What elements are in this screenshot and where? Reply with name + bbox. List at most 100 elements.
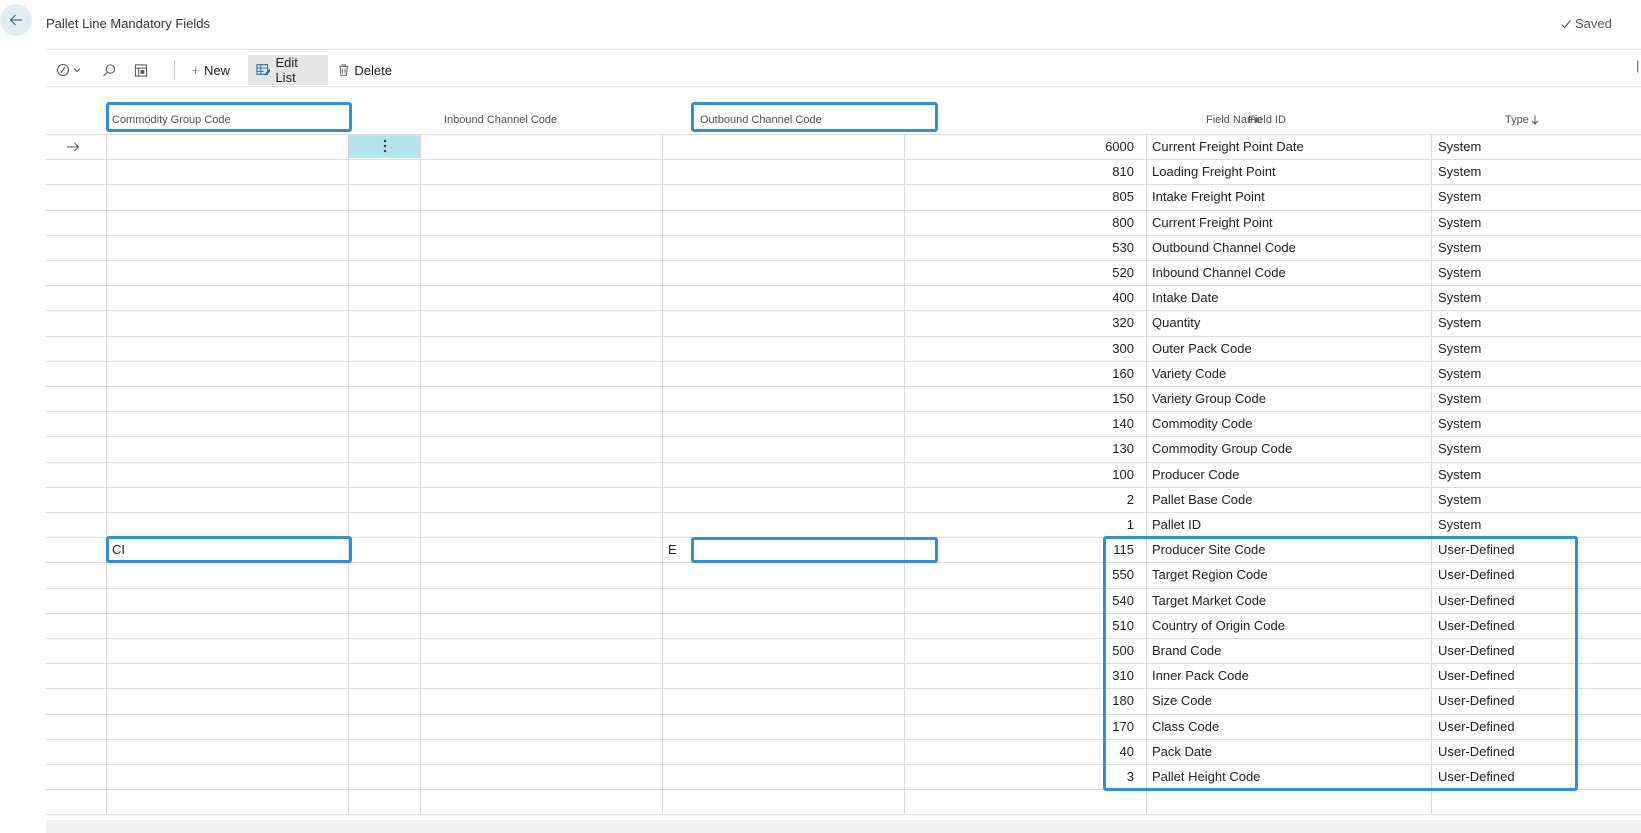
cell-commodity-group-code[interactable] <box>112 764 342 789</box>
cell-inbound-channel-code[interactable] <box>426 285 656 310</box>
cell-outbound-channel-code[interactable] <box>668 663 898 688</box>
table-row[interactable]: 160 Variety Code System <box>46 361 1641 386</box>
cell-commodity-group-code[interactable] <box>112 462 342 487</box>
table-row[interactable]: 800 Current Freight Point System <box>46 210 1641 235</box>
table-row[interactable] <box>46 789 1641 814</box>
cell-field-id[interactable]: 320 <box>1046 310 1134 335</box>
cell-commodity-group-code[interactable] <box>112 789 342 814</box>
filter-pane-button[interactable] <box>48 55 90 85</box>
table-row[interactable]: 320 Quantity System <box>46 310 1641 335</box>
cell-commodity-group-code[interactable] <box>112 386 342 411</box>
cell-outbound-channel-code[interactable] <box>668 436 898 461</box>
cell-commodity-group-code[interactable] <box>112 260 342 285</box>
cell-commodity-group-code[interactable] <box>112 487 342 512</box>
cell-type[interactable]: System <box>1438 411 1638 436</box>
cell-outbound-channel-code[interactable] <box>668 487 898 512</box>
table-row[interactable]: 130 Commodity Group Code System <box>46 436 1641 461</box>
cell-inbound-channel-code[interactable] <box>426 512 656 537</box>
cell-outbound-channel-code[interactable] <box>668 512 898 537</box>
cell-field-name[interactable]: Intake Date <box>1152 285 1427 310</box>
cell-type[interactable]: System <box>1438 310 1638 335</box>
cell-commodity-group-code[interactable] <box>112 411 342 436</box>
cell-type[interactable]: System <box>1438 184 1638 209</box>
cell-outbound-channel-code[interactable] <box>668 336 898 361</box>
cell-type[interactable]: System <box>1438 361 1638 386</box>
cell-inbound-channel-code[interactable] <box>426 436 656 461</box>
cell-commodity-group-code[interactable] <box>112 184 342 209</box>
cell-outbound-channel-code[interactable] <box>668 789 898 814</box>
cell-field-id[interactable]: 800 <box>1046 210 1134 235</box>
cell-field-id[interactable]: 1 <box>1046 512 1134 537</box>
cell-commodity-group-code[interactable] <box>112 159 342 184</box>
cell-inbound-channel-code[interactable] <box>426 462 656 487</box>
cell-type[interactable]: System <box>1438 512 1638 537</box>
cell-inbound-channel-code[interactable] <box>426 588 656 613</box>
cell-commodity-group-code[interactable] <box>112 638 342 663</box>
col-header-inbound-channel-code[interactable]: Inbound Channel Code <box>442 106 684 134</box>
cell-type[interactable]: System <box>1438 210 1638 235</box>
cell-outbound-channel-code[interactable] <box>668 688 898 713</box>
cell-field-id[interactable]: 100 <box>1046 462 1134 487</box>
cell-commodity-group-code[interactable] <box>112 613 342 638</box>
cell-type[interactable]: System <box>1438 285 1638 310</box>
cell-commodity-group-code[interactable] <box>112 361 342 386</box>
cell-type[interactable]: System <box>1438 260 1638 285</box>
cell-type[interactable]: System <box>1438 235 1638 260</box>
cell-outbound-channel-code[interactable] <box>668 411 898 436</box>
cell-field-name[interactable]: Outbound Channel Code <box>1152 235 1427 260</box>
cell-inbound-channel-code[interactable] <box>426 361 656 386</box>
cell-inbound-channel-code[interactable] <box>426 714 656 739</box>
cell-outbound-channel-code[interactable] <box>668 260 898 285</box>
cell-field-id[interactable]: 400 <box>1046 285 1134 310</box>
cell-outbound-channel-code[interactable] <box>668 386 898 411</box>
cell-commodity-group-code[interactable] <box>112 134 342 159</box>
cell-type[interactable]: System <box>1438 487 1638 512</box>
table-row[interactable]: 6000 Current Freight Point Date System <box>46 134 1641 159</box>
cell-commodity-group-code[interactable] <box>112 562 342 587</box>
cell-commodity-group-code[interactable] <box>112 714 342 739</box>
cell-outbound-channel-code[interactable] <box>668 210 898 235</box>
cell-commodity-group-code[interactable] <box>112 588 342 613</box>
cell-inbound-channel-code[interactable] <box>426 184 656 209</box>
cell-inbound-channel-code[interactable] <box>426 613 656 638</box>
cell-field-name[interactable]: Quantity <box>1152 310 1427 335</box>
cell-field-id[interactable]: 130 <box>1046 436 1134 461</box>
cell-inbound-channel-code[interactable] <box>426 638 656 663</box>
cell-type[interactable]: System <box>1438 134 1638 159</box>
cell-field-name[interactable]: Pallet ID <box>1152 512 1427 537</box>
cell-inbound-channel-code[interactable] <box>426 310 656 335</box>
cell-commodity-group-code[interactable] <box>112 512 342 537</box>
cell-inbound-channel-code[interactable] <box>426 159 656 184</box>
cell-type[interactable]: System <box>1438 159 1638 184</box>
cell-field-id[interactable]: 140 <box>1046 411 1134 436</box>
cell-outbound-channel-code[interactable] <box>668 310 898 335</box>
cell-commodity-group-code[interactable] <box>112 285 342 310</box>
table-row[interactable]: 300 Outer Pack Code System <box>46 336 1641 361</box>
cell-inbound-channel-code[interactable] <box>426 789 656 814</box>
cell-field-name[interactable]: Current Freight Point <box>1152 210 1427 235</box>
cell-type[interactable]: System <box>1438 436 1638 461</box>
cell-field-id[interactable] <box>1046 789 1134 814</box>
cell-field-id[interactable]: 810 <box>1046 159 1134 184</box>
cell-field-name[interactable]: Variety Group Code <box>1152 386 1427 411</box>
cell-outbound-channel-code[interactable] <box>668 462 898 487</box>
cell-inbound-channel-code[interactable] <box>426 487 656 512</box>
cell-inbound-channel-code[interactable] <box>426 688 656 713</box>
col-header-field-name[interactable]: Field Name <box>1206 106 1406 134</box>
cell-outbound-channel-code[interactable] <box>668 714 898 739</box>
cell-field-name[interactable]: Commodity Code <box>1152 411 1427 436</box>
table-row[interactable]: 2 Pallet Base Code System <box>46 487 1641 512</box>
cell-field-name[interactable]: Intake Freight Point <box>1152 184 1427 209</box>
cell-inbound-channel-code[interactable] <box>426 235 656 260</box>
cell-inbound-channel-code[interactable] <box>426 739 656 764</box>
table-row[interactable]: 810 Loading Freight Point System <box>46 159 1641 184</box>
cell-inbound-channel-code[interactable] <box>426 210 656 235</box>
back-button[interactable] <box>0 4 32 36</box>
cell-outbound-channel-code[interactable] <box>668 285 898 310</box>
cell-field-id[interactable]: 150 <box>1046 386 1134 411</box>
cell-outbound-channel-code[interactable] <box>668 235 898 260</box>
cell-type[interactable] <box>1438 789 1638 814</box>
cell-type[interactable]: System <box>1438 336 1638 361</box>
table-row[interactable]: 1 Pallet ID System <box>46 512 1641 537</box>
cell-inbound-channel-code[interactable] <box>426 663 656 688</box>
